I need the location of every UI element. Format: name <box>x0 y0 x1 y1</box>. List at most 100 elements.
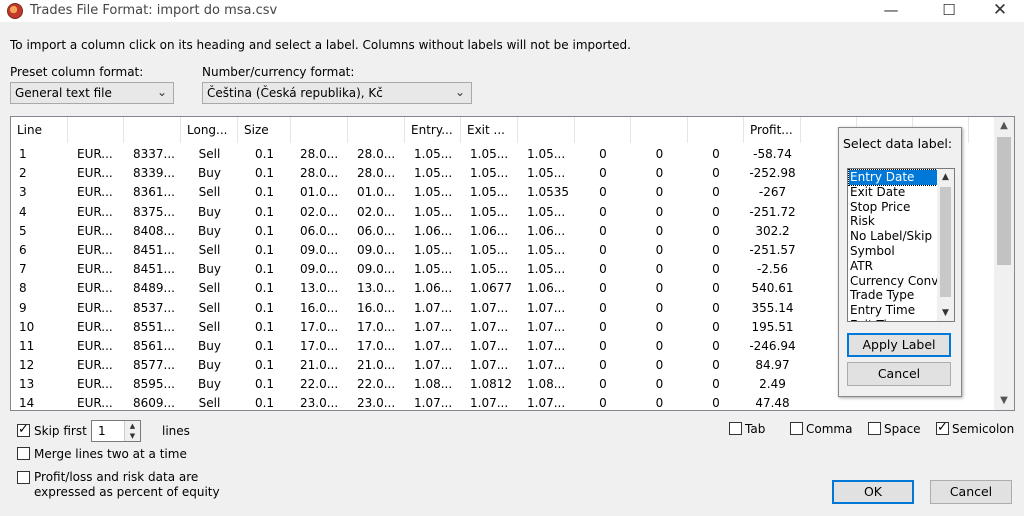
skip-first-checkbox[interactable] <box>17 422 30 437</box>
label-option[interactable]: Entry Date <box>848 169 938 186</box>
scroll-thumb[interactable] <box>940 187 951 297</box>
table-cell: -58.74 <box>753 147 792 161</box>
table-cell: 0 <box>655 319 664 334</box>
skip-lines-value: 1 <box>98 424 106 438</box>
table-cell: 8595... <box>133 377 175 392</box>
table-cell: 1.05... <box>414 185 453 200</box>
table-cell: EUR... <box>77 223 113 238</box>
column-header[interactable] <box>68 117 124 143</box>
column-header[interactable] <box>575 117 631 143</box>
table-cell: EUR... <box>77 185 113 200</box>
table-cell: 0.1 <box>254 377 275 392</box>
space-delimiter-checkbox[interactable] <box>868 422 881 435</box>
percent-equity-checkbox[interactable] <box>17 471 30 484</box>
table-cell: 14 <box>19 396 35 411</box>
label-option[interactable]: No Label/Skip <box>849 229 937 244</box>
label-option[interactable]: ATR <box>849 259 937 274</box>
table-cell: 1.07... <box>414 319 453 334</box>
preset-format-value: General text file <box>15 86 112 100</box>
label-option[interactable]: Trade Type <box>849 288 937 303</box>
skip-lines-stepper[interactable]: 1 ▲ ▼ <box>91 420 141 442</box>
minimize-button[interactable]: — <box>868 0 914 22</box>
table-cell: 0 <box>712 242 720 257</box>
apply-label-button[interactable]: Apply Label <box>847 333 951 357</box>
table-cell: 0 <box>655 396 664 411</box>
ok-button[interactable]: OK <box>832 480 914 504</box>
table-cell: -267 <box>758 185 787 200</box>
preset-format-dropdown[interactable]: General text file ⌄ <box>10 82 174 104</box>
table-cell: 28.0... <box>357 166 396 181</box>
stepper-arrows[interactable]: ▲ ▼ <box>124 421 140 441</box>
column-header[interactable] <box>291 117 348 143</box>
grid-scrollbar[interactable]: ▲ ▼ <box>994 117 1014 410</box>
scroll-thumb[interactable] <box>997 137 1011 265</box>
table-cell: 1.05... <box>470 185 509 200</box>
table-cell: 28.0... <box>300 147 339 161</box>
comma-delimiter-checkbox[interactable] <box>790 422 803 435</box>
scroll-down-icon[interactable]: ▼ <box>937 305 954 321</box>
table-cell: 0 <box>599 281 607 296</box>
column-header[interactable] <box>124 117 181 143</box>
table-cell: 1.07... <box>414 338 453 353</box>
table-cell: Buy <box>198 338 221 353</box>
table-cell: 0 <box>599 204 607 219</box>
stepper-up-icon[interactable]: ▲ <box>125 421 140 431</box>
table-cell: 8408... <box>133 223 175 238</box>
table-cell: 1.06... <box>527 223 566 238</box>
table-cell: 2 <box>19 166 27 181</box>
table-cell: 1.07... <box>527 396 566 411</box>
cancel-button[interactable]: Cancel <box>930 480 1012 504</box>
table-cell: EUR... <box>77 262 113 277</box>
table-cell: 0 <box>712 262 720 277</box>
column-header[interactable]: Profit... <box>744 117 801 143</box>
listbox-scrollbar[interactable]: ▲ ▼ <box>937 169 954 321</box>
column-header[interactable]: Exit ... <box>461 117 518 143</box>
label-listbox[interactable]: Exit TimeEntry TimeTrade TypeCurrency Co… <box>847 168 955 322</box>
label-option[interactable]: Exit Date <box>849 185 937 200</box>
merge-lines-label: Merge lines two at a time <box>34 447 187 461</box>
tab-delimiter-checkbox[interactable] <box>729 422 742 435</box>
table-cell: 1 <box>19 147 27 161</box>
table-cell: 1.07... <box>527 358 566 373</box>
table-cell: 1.05... <box>527 147 566 161</box>
scroll-down-icon[interactable]: ▼ <box>994 392 1014 410</box>
popup-cancel-button[interactable]: Cancel <box>847 362 951 386</box>
column-header[interactable]: Long... <box>181 117 238 143</box>
column-header[interactable]: Size <box>238 117 291 143</box>
table-cell: 8537... <box>133 300 175 315</box>
column-header[interactable]: Entry... <box>405 117 461 143</box>
table-cell: -251.57 <box>749 242 796 257</box>
table-cell: 28.0... <box>357 147 396 161</box>
table-cell: 0 <box>712 204 720 219</box>
scroll-up-icon[interactable]: ▲ <box>994 117 1014 135</box>
column-header[interactable]: Line <box>11 117 68 143</box>
number-format-dropdown[interactable]: Čeština (Česká republika), Kč ⌄ <box>202 82 472 104</box>
table-cell: 09.0... <box>300 262 339 277</box>
instructions-text: To import a column click on its heading … <box>10 38 631 52</box>
table-cell: 0 <box>655 242 664 257</box>
merge-lines-checkbox[interactable] <box>17 447 30 460</box>
column-header[interactable] <box>518 117 575 143</box>
table-cell: 06.0... <box>357 223 396 238</box>
close-button[interactable]: ✕ <box>977 0 1023 22</box>
label-option[interactable]: Stop Price <box>849 200 937 215</box>
column-header[interactable] <box>631 117 688 143</box>
stepper-down-icon[interactable]: ▼ <box>125 431 140 441</box>
semicolon-delimiter-checkbox[interactable] <box>936 420 949 435</box>
table-cell: 13.0... <box>357 281 396 296</box>
column-header[interactable] <box>688 117 744 143</box>
label-option[interactable]: Risk <box>849 214 937 229</box>
table-cell: 1.06... <box>470 223 509 238</box>
label-option[interactable]: Symbol <box>849 244 937 259</box>
table-cell: 1.05... <box>414 147 453 161</box>
table-cell: 8577... <box>133 358 175 373</box>
label-option[interactable]: Entry Time <box>849 303 937 318</box>
column-header[interactable] <box>348 117 405 143</box>
label-option[interactable]: Currency Conv <box>849 274 937 289</box>
maximize-button[interactable]: ☐ <box>926 0 972 22</box>
table-cell: EUR... <box>77 242 113 257</box>
label-option[interactable]: Exit Time <box>849 318 937 321</box>
table-cell: 01.0... <box>357 185 396 200</box>
table-cell: 09.0... <box>357 262 396 277</box>
scroll-up-icon[interactable]: ▲ <box>937 169 954 185</box>
